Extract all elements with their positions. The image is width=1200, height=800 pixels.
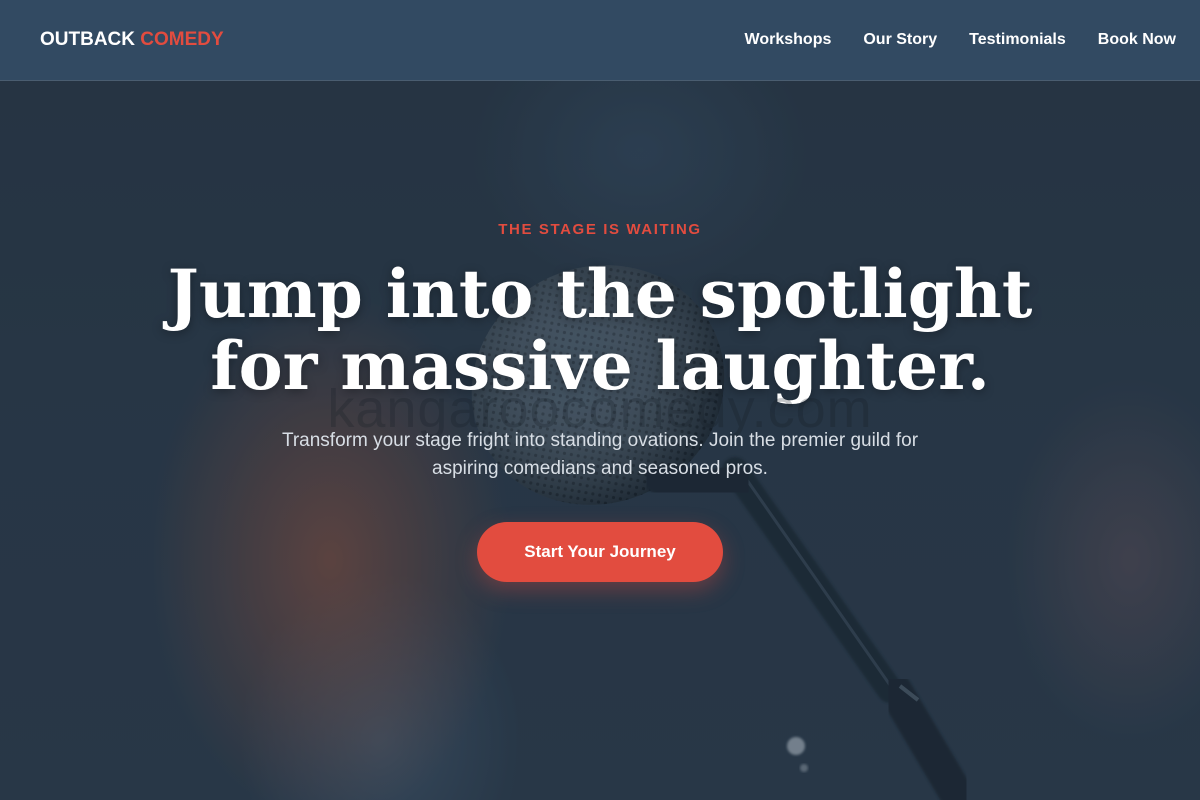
start-journey-button[interactable]: Start Your Journey <box>477 522 723 582</box>
hero-subtext: Transform your stage fright into standin… <box>281 430 919 479</box>
hero-section: THE STAGE IS WAITING Jump into the spotl… <box>0 0 1200 800</box>
hero-eyebrow: THE STAGE IS WAITING <box>498 221 702 238</box>
hero-headline-line1: Jump into the spotlight <box>167 255 1033 333</box>
